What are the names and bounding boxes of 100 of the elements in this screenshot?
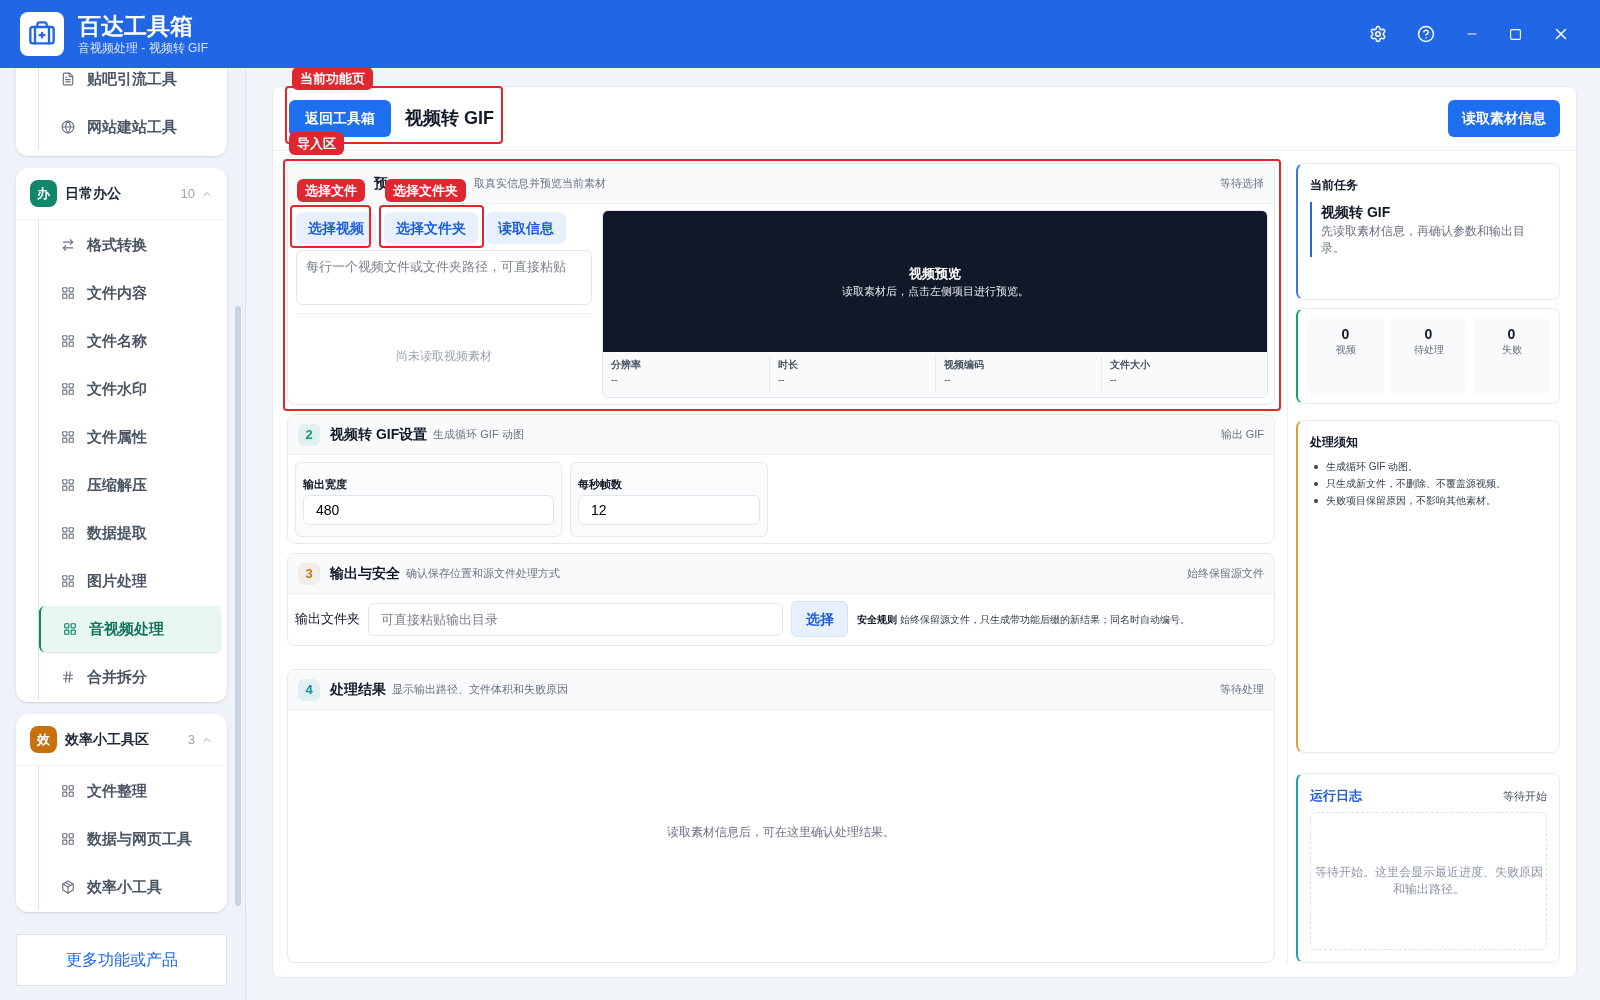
sidebar-item[interactable]: 文件内容	[39, 270, 221, 316]
action-button[interactable]: 读取信息	[486, 212, 566, 244]
sidebar-item[interactable]: 压缩解压	[39, 462, 221, 508]
number-field[interactable]: 480	[303, 494, 554, 525]
meta-label: 时长	[778, 358, 799, 372]
empty-message: 尚未读取视频素材	[396, 348, 492, 365]
group-badge: 效	[30, 726, 57, 753]
swap-icon	[61, 238, 75, 252]
globe-icon	[61, 120, 75, 134]
sidebar-item[interactable]: 格式转换	[39, 222, 221, 268]
maximize-icon[interactable]	[1509, 27, 1522, 41]
group-badge: 办	[30, 180, 57, 207]
log-title: 运行日志	[1310, 787, 1362, 805]
section-status: 输出 GIF	[1220, 427, 1264, 443]
stat-label: 视频	[1335, 343, 1356, 357]
sidebar-item[interactable]: 文件整理	[39, 768, 221, 814]
card-heading: 处理须知	[1310, 434, 1359, 451]
card-heading: 当前任务	[1310, 177, 1359, 194]
hash-icon	[61, 670, 75, 684]
note-text: 生成循环 GIF 动图。	[1326, 460, 1419, 474]
grid-icon	[61, 832, 75, 846]
log-status: 等待开始	[1503, 788, 1547, 804]
page-title: 视频转 GIF	[405, 107, 494, 130]
annotation-label: 导入区	[289, 132, 344, 155]
section-subtitle: 显示输出路径、文件体积和失败原因	[392, 682, 568, 698]
sidebar-item[interactable]: 贴吧引流工具	[39, 68, 221, 102]
meta-label: 文件大小	[1110, 358, 1151, 372]
group-count: 3	[187, 730, 195, 749]
grid-icon	[61, 430, 75, 444]
sidebar-item[interactable]: 数据提取	[39, 510, 221, 556]
meta-value: --	[944, 373, 952, 387]
read-info-button[interactable]: 读取素材信息	[1448, 100, 1560, 137]
field-label: 输出宽度	[303, 477, 348, 492]
section-title: 视频转 GIF设置	[330, 425, 428, 444]
step-number: 2	[298, 423, 320, 446]
rule-title: 安全规则	[857, 612, 897, 627]
section-subtitle: 生成循环 GIF 动图	[433, 427, 524, 443]
log-placeholder: 等待开始。这里会显示最近进度、失败原因和输出路径。	[1313, 863, 1544, 898]
rule-text: 始终保留源文件，只生成带功能后缀的新结果；同名时自动编号。	[900, 612, 1190, 627]
stat-value: 0	[1341, 326, 1350, 342]
path-input[interactable]: 每行一个视频文件或文件夹路径，可直接粘贴	[296, 250, 592, 305]
more-products-button[interactable]: 更多功能或产品	[16, 934, 227, 986]
settings-icon[interactable]	[1369, 25, 1387, 43]
sidebar-item[interactable]: 合并拆分	[39, 654, 221, 700]
toolbox-icon	[28, 20, 56, 48]
grid-icon	[61, 382, 75, 396]
group-count: 10	[180, 184, 195, 203]
bullet-icon	[1314, 464, 1318, 469]
sidebar-item[interactable]: 网站建站工具	[39, 104, 221, 150]
action-button[interactable]: 选择文件夹	[384, 212, 478, 244]
preview-title: 视频预览	[909, 264, 961, 283]
annotation-label: 选择文件	[297, 179, 365, 202]
sidebar-item[interactable]: 效率小工具	[39, 864, 221, 910]
app-title: 百达工具箱	[78, 12, 194, 40]
field-label: 每秒帧数	[578, 477, 623, 492]
section-subtitle: 取真实信息并预览当前素材	[474, 176, 606, 192]
stat-label: 失败	[1501, 343, 1522, 357]
action-button[interactable]: 选择视频	[296, 212, 376, 244]
section-status: 等待处理	[1220, 682, 1264, 698]
sidebar-item[interactable]: 文件属性	[39, 414, 221, 460]
stat-label: 待处理	[1413, 343, 1444, 357]
bullet-icon	[1314, 481, 1318, 486]
note-text: 只生成新文件，不删除、不覆盖源视频。	[1326, 477, 1506, 491]
stat-value: 0	[1424, 326, 1433, 342]
choose-button[interactable]: 选择	[791, 601, 848, 637]
scrollbar[interactable]	[235, 306, 241, 906]
meta-value: --	[778, 373, 786, 387]
section-status: 始终保留源文件	[1187, 566, 1264, 582]
grid-icon	[63, 622, 77, 636]
number-field[interactable]: 12	[578, 494, 760, 525]
sidebar-item[interactable]: 音视频处理	[39, 606, 221, 652]
sidebar-item[interactable]: 文件名称	[39, 318, 221, 364]
sidebar-item[interactable]: 数据与网页工具	[39, 816, 221, 862]
grid-icon	[61, 478, 75, 492]
document-icon	[61, 72, 75, 86]
section-subtitle: 确认保存位置和源文件处理方式	[406, 566, 560, 582]
step-number: 3	[298, 562, 320, 585]
section-status: 等待选择	[1220, 176, 1264, 192]
grid-icon	[61, 526, 75, 540]
meta-label: 分辨率	[611, 358, 642, 372]
back-button[interactable]: 返回工具箱	[289, 100, 391, 137]
preview-hint: 读取素材后，点击左侧项目进行预览。	[841, 284, 1029, 299]
meta-value: --	[611, 373, 619, 387]
grid-icon	[61, 784, 75, 798]
section-title: 输出与安全	[330, 564, 400, 583]
annotation-label: 当前功能页	[292, 67, 373, 90]
step-number: 4	[298, 678, 320, 701]
box-icon	[61, 880, 75, 894]
help-icon[interactable]	[1417, 25, 1435, 43]
output-folder-field[interactable]: 可直接粘贴输出目录	[368, 602, 783, 636]
section-title: 处理结果	[330, 680, 386, 699]
group-title[interactable]: 日常办公	[65, 183, 121, 204]
sidebar-item[interactable]: 图片处理	[39, 558, 221, 604]
meta-label: 视频编码	[944, 358, 985, 372]
empty-message: 读取素材信息后，可在这里确认处理结果。	[667, 824, 895, 841]
task-title: 视频转 GIF	[1321, 203, 1392, 222]
note-text: 失败项目保留原因，不影响其他素材。	[1326, 494, 1496, 508]
group-title[interactable]: 效率小工具区	[65, 729, 149, 750]
sidebar-item[interactable]: 文件水印	[39, 366, 221, 412]
stat-value: 0	[1507, 326, 1516, 342]
